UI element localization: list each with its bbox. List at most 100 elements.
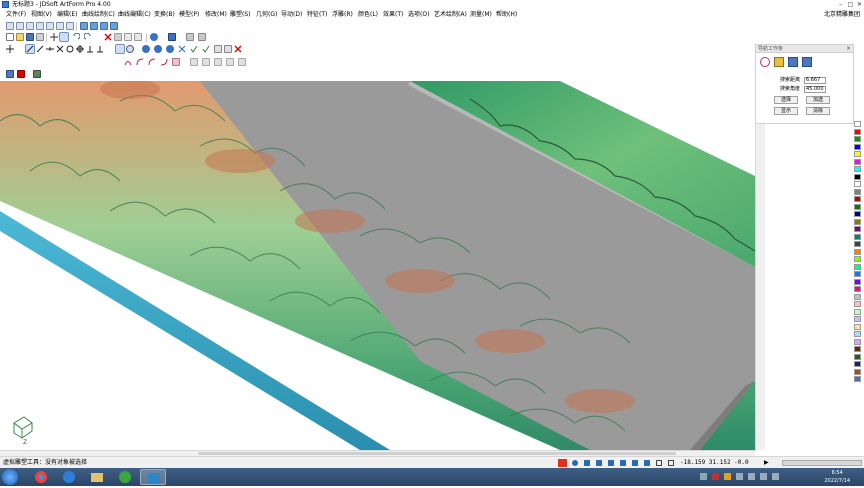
group-icon[interactable] [214,45,222,53]
mic-icon[interactable] [596,460,602,466]
new-file-icon[interactable] [6,33,14,41]
ime-icon[interactable] [558,459,567,467]
taskbar-artform[interactable] [140,469,166,485]
zoom-window-icon[interactable] [26,22,34,30]
menu-art-draw[interactable]: 艺术绘制(A) [434,11,467,19]
menu-feature[interactable]: 特征(T) [307,11,327,19]
curve-f-icon[interactable] [190,58,198,66]
crosshair-icon[interactable] [50,33,58,41]
circle-tool-icon[interactable] [66,45,74,53]
palette-swatch[interactable] [854,376,861,382]
taskbar-app[interactable] [112,469,138,485]
panel-tab-target-icon[interactable] [760,57,770,67]
horizontal-scroll-thumb[interactable] [198,452,676,455]
open-file-icon[interactable] [16,33,24,41]
tray-network-icon[interactable] [760,473,767,480]
menu-curve-draw[interactable]: 曲线绘制(C) [82,11,115,19]
taskbar-chrome[interactable] [28,469,54,485]
snap-tool-icon[interactable] [115,44,125,54]
tools-icon[interactable] [632,460,638,466]
redo-icon[interactable] [83,32,92,41]
menu-relief[interactable]: 浮雕(R) [332,11,353,19]
curve-h-icon[interactable] [214,58,222,66]
save-file-icon[interactable] [26,33,34,41]
curve-e-icon[interactable] [172,58,180,66]
keyboard-icon[interactable] [608,460,614,466]
palette-swatch[interactable] [854,166,861,172]
palette-swatch[interactable] [854,173,861,180]
palette-swatch[interactable] [854,203,861,210]
menu-help[interactable]: 帮助(H) [496,11,517,19]
skin-icon[interactable] [620,460,626,466]
menu-sculpt[interactable]: 雕塑(S) [230,11,251,19]
color-picker-icon[interactable] [33,70,41,78]
palette-swatch[interactable] [854,368,861,375]
curve-c-icon[interactable] [148,58,156,66]
palette-swatch[interactable] [854,211,861,217]
palette-swatch[interactable] [854,158,861,165]
bin-icon[interactable] [198,33,206,41]
curve-g-icon[interactable] [202,58,210,66]
snap-point-icon[interactable] [126,45,134,53]
curve-b-icon[interactable] [136,58,144,66]
palette-swatch[interactable] [854,218,861,225]
menu-effect[interactable]: 效果(T) [383,11,403,19]
select-icon[interactable] [59,32,69,42]
curve-j-icon[interactable] [238,58,246,66]
ime-punct-icon[interactable] [584,460,590,466]
clear-button[interactable]: 清除 [806,107,830,115]
panel-close-button[interactable]: × [846,45,851,53]
perp-tool-icon[interactable] [86,45,94,53]
eye-alt-icon[interactable] [154,45,162,53]
palette-swatch[interactable] [854,323,861,330]
remove-icon[interactable] [234,45,242,53]
menu-model[interactable]: 模型(P) [179,11,199,19]
menu-options[interactable]: 选项(O) [408,11,429,19]
palette-swatch[interactable] [854,316,861,322]
panel-tab-layer-icon[interactable] [788,57,798,67]
play-icon[interactable]: ▶ [764,459,769,467]
close-button[interactable]: ✕ [855,1,864,8]
menu-curve-edit[interactable]: 曲线编辑(C) [118,11,151,19]
menu-geometry[interactable]: 几何(G) [256,11,277,19]
paste-icon[interactable] [134,33,142,41]
line-tool-icon[interactable] [25,44,35,54]
tangent-tool-icon[interactable] [96,45,104,53]
grid-toggle-icon[interactable] [668,460,674,466]
view-side-icon[interactable] [100,22,108,30]
menu-color[interactable]: 颜色(L) [358,11,378,19]
palette-swatch[interactable] [854,188,861,195]
palette-swatch[interactable] [854,241,861,247]
cut-icon[interactable] [114,33,122,41]
palette-swatch[interactable] [854,271,861,277]
menu-file[interactable]: 文件(F) [6,11,26,19]
menu-edit[interactable]: 编辑(E) [57,11,77,19]
eye-icon[interactable] [142,45,150,53]
palette-swatch[interactable] [854,151,861,157]
ime-mode-icon[interactable] [572,460,578,466]
start-button[interactable] [2,469,18,485]
delete-icon[interactable] [104,33,112,41]
palette-swatch[interactable] [854,256,861,262]
material-icon[interactable] [6,70,14,78]
check-alt-icon[interactable] [202,45,210,53]
eye-hide-icon[interactable] [166,45,174,53]
minimize-button[interactable]: – [836,1,845,8]
palette-swatch[interactable] [854,331,861,337]
check-icon[interactable] [190,45,198,53]
copy-icon[interactable] [124,33,132,41]
filter-icon[interactable] [186,33,194,41]
palette-swatch[interactable] [854,293,861,300]
show-button[interactable]: 显示 [774,107,798,115]
print-icon[interactable] [36,33,44,41]
palette-swatch[interactable] [854,338,861,345]
view-front-icon[interactable] [80,22,88,30]
maximize-button[interactable]: □ [846,1,855,8]
ungroup-icon[interactable] [224,45,232,53]
palette-swatch[interactable] [854,136,861,142]
cross-tool-icon[interactable] [56,45,64,53]
menu-view[interactable]: 视图(V) [31,11,52,19]
select-button[interactable]: 选择 [774,96,798,104]
palette-swatch[interactable] [854,361,861,367]
palette-swatch[interactable] [854,286,861,292]
